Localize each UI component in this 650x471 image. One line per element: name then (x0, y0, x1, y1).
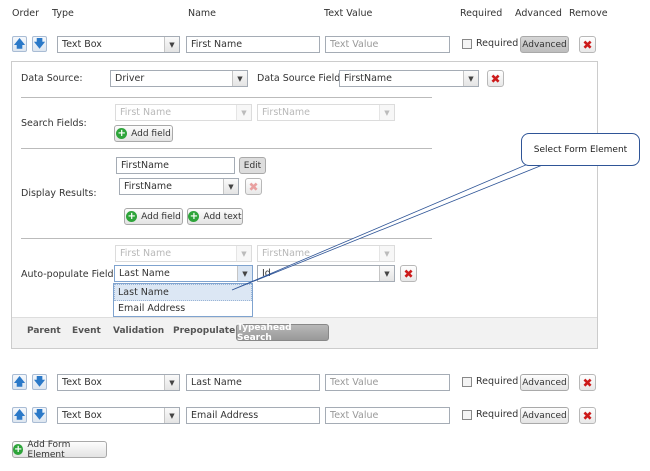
plus-icon: + (13, 444, 24, 455)
add-form-element-button[interactable]: + Add Form Element (12, 439, 107, 460)
add-form-element-label: Add Form Element (27, 439, 71, 460)
callout-box: Select Form Element (521, 133, 640, 166)
callout-pointer (231, 163, 542, 291)
